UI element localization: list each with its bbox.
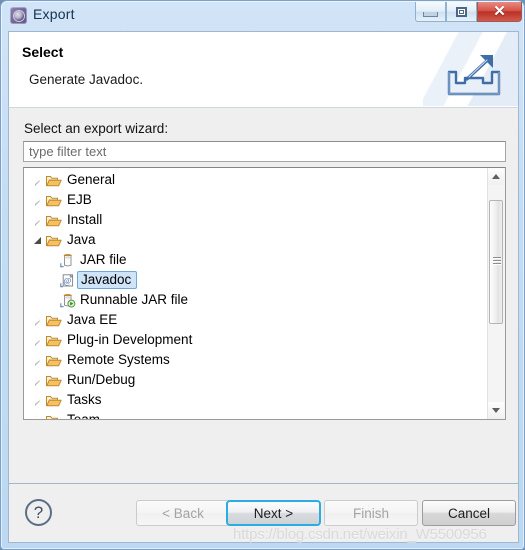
tree-item-label: Tasks: [67, 392, 102, 407]
chevron-right-icon[interactable]: [33, 315, 42, 326]
tree-item[interactable]: Plug-in Development: [24, 330, 489, 350]
scrollbar-thumb[interactable]: [489, 200, 503, 324]
tree-item[interactable]: Runnable JAR file: [24, 290, 489, 310]
tree-item-label: Java EE: [67, 312, 118, 327]
cancel-button[interactable]: Cancel: [422, 500, 516, 526]
help-button[interactable]: ?: [25, 499, 52, 526]
select-wizard-label: Select an export wizard:: [24, 121, 169, 136]
tree-item[interactable]: @ Javadoc: [24, 270, 489, 290]
triangle-down-icon: [492, 408, 500, 413]
chevron-right-icon[interactable]: [33, 355, 42, 366]
close-icon: ✕: [493, 3, 506, 20]
chevron-right-icon[interactable]: [33, 395, 42, 406]
folder-icon: [46, 314, 62, 327]
tree-item-label: Run/Debug: [67, 372, 136, 387]
titlebar: Export ✕: [1, 1, 525, 31]
tree-item[interactable]: Java EE: [24, 310, 489, 330]
tree-node-list: General EJB Install Java JAR file @ Javadoc Run…: [24, 170, 489, 420]
triangle-up-icon: [492, 174, 500, 179]
chevron-right-icon[interactable]: [33, 375, 42, 386]
tree-item-label: Install: [67, 212, 103, 227]
folder-icon: [46, 214, 62, 227]
folder-icon: [46, 334, 62, 347]
scroll-up-button[interactable]: [488, 168, 504, 185]
page-title: Select: [22, 44, 64, 60]
tree-item[interactable]: Install: [24, 210, 489, 230]
next-button[interactable]: Next >: [226, 500, 321, 526]
export-dialog-window: Export ✕ Select Generate Javadoc. Select…: [0, 0, 525, 550]
tree-item[interactable]: Team: [24, 410, 489, 420]
folder-icon: [46, 414, 62, 419]
tree-item[interactable]: Tasks: [24, 390, 489, 410]
export-wizard-tree[interactable]: General EJB Install Java JAR file @ Javadoc Run…: [23, 167, 506, 420]
runnable-jar-icon: [60, 293, 76, 308]
tree-vertical-scrollbar[interactable]: [487, 168, 505, 419]
scroll-down-button[interactable]: [488, 402, 504, 419]
chevron-right-icon[interactable]: [33, 175, 42, 186]
tree-item-label: JAR file: [80, 252, 127, 267]
minimize-icon: [423, 11, 438, 17]
folder-icon: [46, 394, 62, 407]
folder-icon: [46, 234, 62, 247]
chevron-right-icon[interactable]: [33, 195, 42, 206]
tree-item[interactable]: Run/Debug: [24, 370, 489, 390]
javadoc-icon: @: [60, 273, 76, 288]
tree-item-label: Remote Systems: [67, 352, 170, 367]
maximize-icon: [456, 6, 467, 17]
tree-item-label: Javadoc: [77, 270, 138, 289]
tree-item-label: Runnable JAR file: [80, 292, 189, 307]
tree-item-label: Java: [67, 232, 96, 247]
finish-button[interactable]: Finish: [324, 500, 418, 526]
tree-item[interactable]: General: [24, 170, 489, 190]
svg-text:@: @: [63, 275, 71, 285]
scrollbar-grip-icon: [493, 257, 501, 267]
tree-item[interactable]: Remote Systems: [24, 350, 489, 370]
tree-item-label: Team: [67, 412, 101, 420]
filter-input[interactable]: [23, 141, 506, 162]
folder-icon: [46, 174, 62, 187]
tree-item-label: Plug-in Development: [67, 332, 193, 347]
page-description: Generate Javadoc.: [29, 72, 144, 87]
tree-item-label: EJB: [67, 192, 92, 207]
folder-icon: [46, 354, 62, 367]
chevron-right-icon[interactable]: [33, 335, 42, 346]
tree-item[interactable]: EJB: [24, 190, 489, 210]
window-title: Export: [33, 6, 75, 22]
back-button[interactable]: < Back: [136, 500, 230, 526]
tree-item[interactable]: Java: [24, 230, 489, 250]
folder-icon: [46, 194, 62, 207]
chevron-down-icon[interactable]: [33, 236, 42, 245]
wizard-body: Select an export wizard: General EJB Insta…: [8, 107, 519, 484]
export-arrow-icon: [447, 55, 501, 96]
wizard-header: Select Generate Javadoc.: [8, 31, 519, 107]
tree-item[interactable]: JAR file: [24, 250, 489, 270]
maximize-button[interactable]: [446, 2, 477, 22]
folder-icon: [46, 374, 62, 387]
jar-file-icon: [60, 253, 76, 268]
close-button[interactable]: ✕: [477, 2, 522, 22]
wizard-footer: ? < Back Next > Finish Cancel: [8, 484, 519, 543]
chevron-right-icon[interactable]: [33, 215, 42, 226]
tree-item-label: General: [67, 172, 116, 187]
chevron-right-icon[interactable]: [33, 415, 42, 419]
minimize-button[interactable]: [415, 2, 446, 22]
export-wizard-icon: [10, 7, 27, 24]
